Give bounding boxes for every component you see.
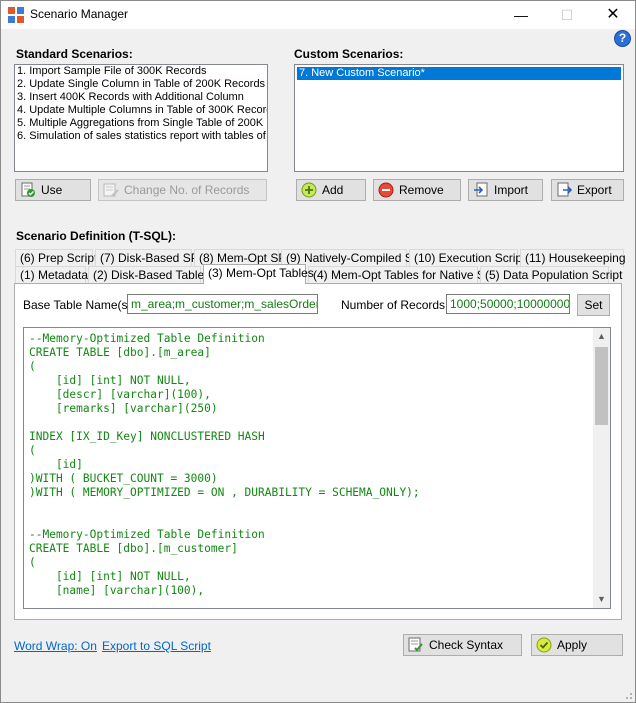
tab-mem-opt-tables[interactable]: (3) Mem-Opt Tables <box>203 264 314 284</box>
use-button[interactable]: Use <box>15 179 91 201</box>
change-records-label: Change No. of Records <box>124 183 250 197</box>
tab-prep-script[interactable]: (6) Prep Script <box>15 249 97 267</box>
window-title: Scenario Manager <box>30 7 129 21</box>
app-grid-icon <box>8 7 24 23</box>
add-icon <box>301 182 317 198</box>
records-label: Number of Records: <box>341 298 449 312</box>
scenario-manager-window: Scenario Manager — ☐ ✕ ? Standard Scenar… <box>0 0 636 703</box>
vertical-scrollbar[interactable]: ▲ ▼ <box>593 328 610 608</box>
scroll-thumb[interactable] <box>595 347 608 425</box>
apply-icon <box>536 637 552 653</box>
close-button[interactable]: ✕ <box>590 1 636 29</box>
remove-button[interactable]: Remove <box>373 179 461 201</box>
maximize-button[interactable]: ☐ <box>544 1 590 29</box>
add-button-label: Add <box>322 183 344 197</box>
apply-button[interactable]: Apply <box>531 634 623 656</box>
check-syntax-icon <box>408 637 423 652</box>
export-button[interactable]: Export <box>551 179 624 201</box>
resize-grip-icon[interactable] <box>621 688 633 700</box>
word-wrap-link[interactable]: Word Wrap: On <box>14 639 97 653</box>
tab-metadata[interactable]: (1) Metadata <box>15 266 88 284</box>
list-item[interactable]: 6. Simulation of sales statistics report… <box>15 130 267 143</box>
check-syntax-label: Check Syntax <box>429 638 504 652</box>
list-item[interactable]: 2. Update Single Column in Table of 200K… <box>15 78 267 91</box>
change-records-button[interactable]: Change No. of Records <box>98 179 267 201</box>
title-bar: Scenario Manager — ☐ ✕ <box>1 1 635 29</box>
list-item[interactable]: 5. Multiple Aggregations from Single Tab… <box>15 117 267 130</box>
use-button-label: Use <box>41 183 63 197</box>
base-table-label: Base Table Name(s): <box>23 298 135 312</box>
tab-row-back: (6) Prep Script (7) Disk-Based SP (8) Me… <box>15 249 626 267</box>
tab-housekeeping[interactable]: (11) Housekeeping <box>520 249 626 267</box>
remove-icon <box>378 182 394 198</box>
use-document-icon <box>21 182 35 197</box>
list-item[interactable]: 3. Insert 400K Records with Additional C… <box>15 91 267 104</box>
records-field[interactable]: 1000;50000;10000000;10000 <box>446 294 570 314</box>
custom-scenarios-title: Custom Scenarios: <box>294 47 404 61</box>
tab-disk-based-tables[interactable]: (2) Disk-Based Tables <box>88 266 210 284</box>
export-sql-link[interactable]: Export to SQL Script <box>102 639 211 653</box>
sql-code-editor[interactable]: --Memory-Optimized Table Definition CREA… <box>23 327 611 609</box>
apply-button-label: Apply <box>557 638 588 652</box>
set-button[interactable]: Set <box>577 294 610 316</box>
tab-mem-opt-tables-native-sp[interactable]: (4) Mem-Opt Tables for Native SP <box>308 266 493 284</box>
tab-disk-based-sp[interactable]: (7) Disk-Based SP <box>95 249 199 267</box>
edit-records-icon <box>103 183 119 197</box>
import-icon <box>474 182 488 197</box>
tab-row-front: (1) Metadata (2) Disk-Based Tables (3) M… <box>15 264 625 284</box>
remove-button-label: Remove <box>399 183 444 197</box>
scroll-up-icon[interactable]: ▲ <box>593 328 610 345</box>
list-item[interactable]: 1. Import Sample File of 300K Records <box>15 65 267 78</box>
sql-code-text[interactable]: --Memory-Optimized Table Definition CREA… <box>29 332 420 598</box>
export-button-label: Export <box>577 183 612 197</box>
check-syntax-button[interactable]: Check Syntax <box>403 634 522 656</box>
export-icon <box>557 182 572 197</box>
add-button[interactable]: Add <box>296 179 366 201</box>
list-item[interactable]: 7. New Custom Scenario* <box>297 67 621 80</box>
tab-execution-script[interactable]: (10) Execution Script <box>409 249 525 267</box>
scenario-definition-title: Scenario Definition (T-SQL): <box>16 229 177 243</box>
help-icon[interactable]: ? <box>614 30 631 47</box>
standard-scenarios-list[interactable]: 1. Import Sample File of 300K Records 2.… <box>14 64 268 172</box>
list-item[interactable]: 4. Update Multiple Columns in Table of 3… <box>15 104 267 117</box>
custom-scenarios-list[interactable]: 7. New Custom Scenario* <box>294 64 624 172</box>
import-button-label: Import <box>494 183 529 197</box>
base-table-field[interactable]: m_area;m_customer;m_salesOrderHeader <box>127 294 318 314</box>
scroll-down-icon[interactable]: ▼ <box>593 591 610 608</box>
tab-data-population-script[interactable]: (5) Data Population Script <box>480 266 622 284</box>
import-button[interactable]: Import <box>468 179 543 201</box>
standard-scenarios-title: Standard Scenarios: <box>16 47 133 61</box>
minimize-button[interactable]: — <box>498 1 544 29</box>
